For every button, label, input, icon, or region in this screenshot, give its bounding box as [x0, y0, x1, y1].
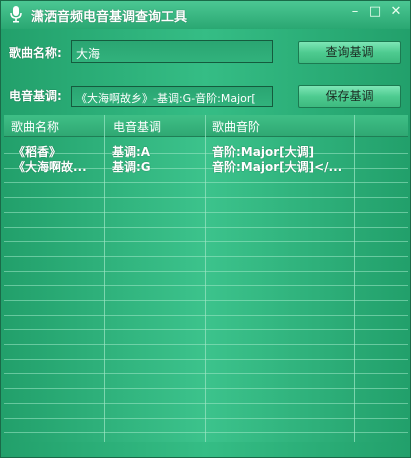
query-key-button[interactable]: 查询基调: [298, 41, 401, 64]
table-column-divider: [354, 115, 355, 442]
table-row-divider: [4, 388, 408, 389]
table-row-divider: [4, 241, 408, 242]
table-row-divider: [4, 182, 408, 183]
close-button[interactable]: ✕: [385, 3, 407, 23]
microphone-icon: [10, 6, 22, 23]
table-row-divider: [4, 285, 408, 286]
table-row-divider: [4, 300, 408, 301]
key-label: 电音基调:: [9, 89, 62, 103]
app-window: 潇洒音频电音基调查询工具 – □ ✕ 歌曲名称: 大海 查询基调 电音基调: 《…: [0, 0, 411, 458]
song-name-input[interactable]: 大海: [71, 40, 273, 63]
results-table[interactable]: 歌曲名称 电音基调 歌曲音阶 《稻香》 基调:A 音阶:Major[大调] 《大…: [4, 115, 408, 442]
table-row-divider: [4, 418, 408, 419]
table-row-2-song[interactable]: 《大海啊故...: [13, 158, 108, 175]
maximize-button[interactable]: □: [364, 3, 386, 23]
table-row-divider: [4, 329, 408, 330]
key-result-input[interactable]: 《大海啊故乡》-基调:G-音阶:Major[: [71, 86, 273, 107]
table-row-divider: [4, 256, 408, 257]
table-row-divider: [4, 359, 408, 360]
table-header: 歌曲名称 电音基调 歌曲音阶: [4, 115, 408, 137]
column-header-song[interactable]: 歌曲名称: [11, 118, 59, 135]
table-row-divider: [4, 403, 408, 404]
column-header-key[interactable]: 电音基调: [113, 118, 161, 135]
minimize-button[interactable]: –: [344, 3, 366, 23]
table-row-divider: [4, 432, 408, 433]
table-row-divider: [4, 344, 408, 345]
column-header-scale[interactable]: 歌曲音阶: [212, 118, 260, 135]
table-row-2-key[interactable]: 基调:G: [112, 158, 207, 175]
save-key-button[interactable]: 保存基调: [298, 85, 401, 108]
table-row-divider: [4, 373, 408, 374]
title-bar[interactable]: 潇洒音频电音基调查询工具 – □ ✕: [1, 1, 410, 29]
table-row-divider: [4, 271, 408, 272]
table-row-divider: [4, 315, 408, 316]
table-row-2-scale[interactable]: 音阶:Major[大调]</...: [212, 158, 352, 175]
table-row-divider: [4, 197, 408, 198]
window-title: 潇洒音频电音基调查询工具: [31, 10, 188, 25]
table-row-divider: [4, 227, 408, 228]
table-row-divider: [4, 212, 408, 213]
song-name-label: 歌曲名称:: [9, 46, 62, 60]
